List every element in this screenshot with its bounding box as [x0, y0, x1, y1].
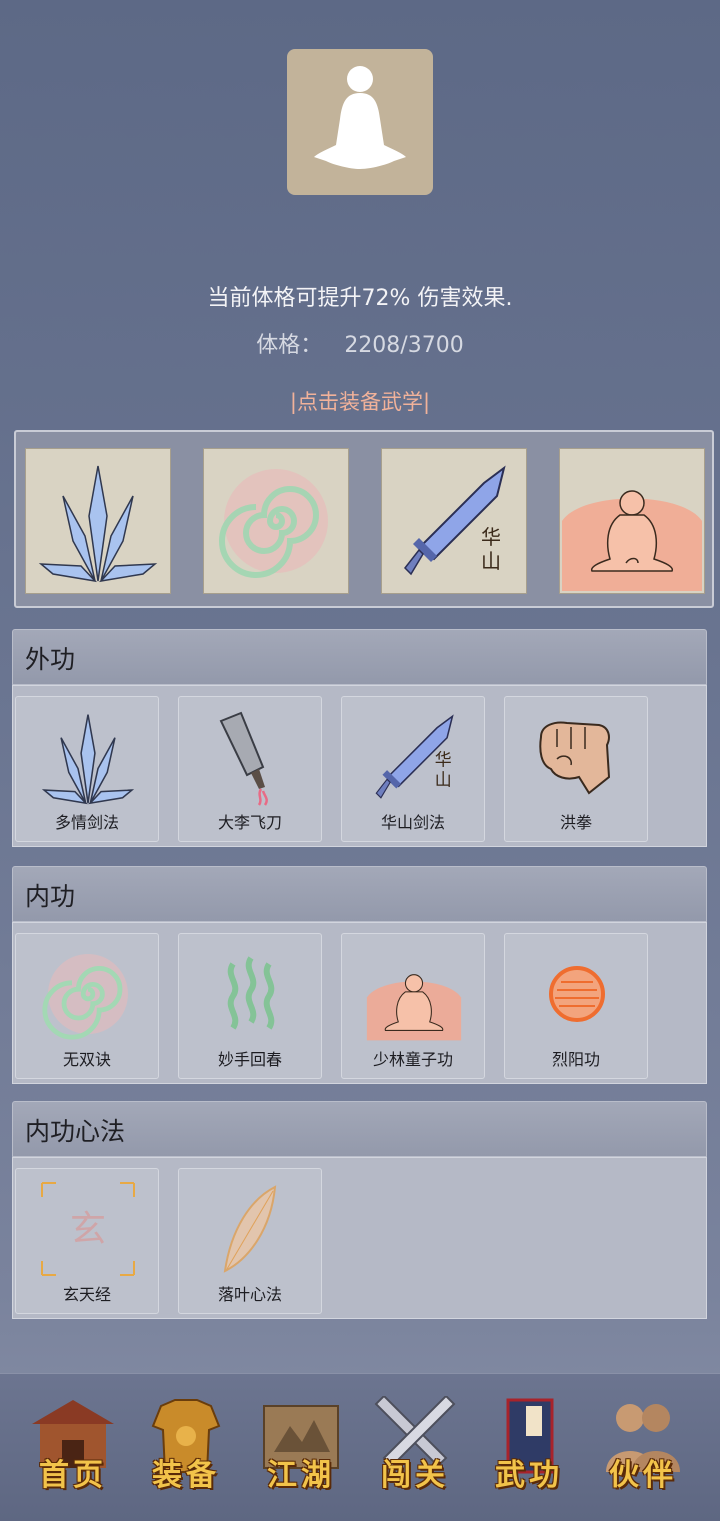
nav-equipment-label: 装备 [152, 1458, 220, 1493]
nav-martial-arts[interactable]: 武功 [474, 1392, 584, 1504]
fist-icon [539, 721, 611, 795]
svg-text:玄: 玄 [70, 1209, 106, 1250]
constitution-value: 2208/3700 [344, 333, 464, 358]
green-waves-icon [227, 956, 275, 1030]
nav-challenge[interactable]: 闯关 [360, 1392, 470, 1504]
inner-skills-header: 内功 [12, 866, 707, 922]
avatar-panel [287, 49, 433, 195]
skill-card[interactable]: 少林童子功 [341, 933, 485, 1079]
svg-text:山: 山 [435, 769, 452, 789]
outer-skills-header: 外功 [12, 629, 707, 685]
nav-companions[interactable]: 伙伴 [588, 1392, 698, 1504]
crystal-blades-icon [38, 465, 158, 583]
skill-card[interactable]: 华 山 华山剑法 [341, 696, 485, 842]
skill-label: 玄天经 [62, 1285, 111, 1304]
spiral-icon [42, 954, 128, 1040]
nav-martial-arts-label: 武功 [495, 1458, 563, 1493]
skill-label: 落叶心法 [217, 1285, 282, 1304]
skill-label: 妙手回春 [217, 1050, 282, 1069]
skill-card[interactable]: 妙手回春 [178, 933, 322, 1079]
outer-skills-grid: 多情剑法 大李飞刀 华 山 华山剑法 洪拳 [12, 685, 707, 847]
svg-text:山: 山 [481, 549, 501, 573]
equipped-skills-bar: 华 山 [14, 430, 714, 608]
nav-companions-label: 伙伴 [609, 1458, 677, 1493]
svg-text:华: 华 [435, 749, 452, 769]
equipped-slot-2[interactable] [203, 448, 349, 594]
equip-martial-arts-link[interactable]: |点击装备武学| [0, 386, 720, 416]
outer-skills-title: 外功 [25, 645, 76, 674]
skill-label: 大李飞刀 [217, 813, 282, 832]
sun-orb-icon [549, 966, 605, 1022]
spiral-icon [219, 469, 328, 578]
huashan-sword-icon: 华 山 [375, 714, 454, 799]
leaf-icon [223, 1185, 277, 1273]
inner-skills-grid: 无双诀 妙手回春 少林童子功 烈阳功 [12, 922, 707, 1084]
nav-home[interactable]: 首页 [18, 1392, 128, 1504]
bonus-text: 当前体格可提升72% 伤害效果. [207, 286, 513, 311]
nav-jianghu-label: 江湖 [267, 1458, 335, 1493]
constitution-label: 体格： [256, 333, 323, 358]
skill-label: 少林童子功 [372, 1050, 453, 1069]
method-skills-grid: 玄 玄天经 落叶心法 [12, 1157, 707, 1319]
skill-card[interactable]: 无双诀 [15, 933, 159, 1079]
meditating-monk-icon [366, 974, 462, 1041]
svg-text:华: 华 [481, 525, 501, 549]
equipped-slot-3[interactable]: 华 山 [381, 448, 527, 594]
nav-home-label: 首页 [39, 1458, 107, 1493]
skill-label: 无双诀 [62, 1050, 111, 1069]
skill-label: 洪拳 [559, 813, 592, 832]
skill-label: 烈阳功 [551, 1050, 600, 1069]
meditation-avatar-icon [314, 66, 406, 169]
skill-card[interactable]: 玄 玄天经 [15, 1168, 159, 1314]
skill-card[interactable]: 落叶心法 [178, 1168, 322, 1314]
huashan-sword-icon: 华 山 [404, 465, 506, 576]
method-skills-title: 内功心法 [25, 1117, 126, 1146]
crystal-blades-icon [41, 714, 135, 805]
skill-card[interactable]: 多情剑法 [15, 696, 159, 842]
nav-equipment[interactable]: 装备 [131, 1392, 241, 1504]
skill-label: 华山剑法 [380, 813, 445, 832]
meditating-monk-icon [562, 490, 702, 591]
equipped-slot-1[interactable] [25, 448, 171, 594]
skill-card[interactable]: 烈阳功 [504, 933, 648, 1079]
cleaver-icon [219, 711, 268, 806]
constitution-row: 体格： 2208/3700 [0, 327, 720, 359]
xuan-scroll-icon: 玄 [41, 1182, 135, 1276]
nav-challenge-label: 闯关 [381, 1458, 449, 1493]
nav-jianghu[interactable]: 江湖 [246, 1392, 356, 1504]
inner-skills-title: 内功 [25, 882, 76, 911]
equipped-slot-4[interactable] [559, 448, 705, 594]
method-skills-header: 内功心法 [12, 1101, 707, 1157]
skill-card[interactable]: 大李飞刀 [178, 696, 322, 842]
skill-card[interactable]: 洪拳 [504, 696, 648, 842]
skill-label: 多情剑法 [54, 813, 119, 832]
bottom-nav: 首页 装备 江湖 闯关 武功 伙伴 [0, 1373, 720, 1521]
